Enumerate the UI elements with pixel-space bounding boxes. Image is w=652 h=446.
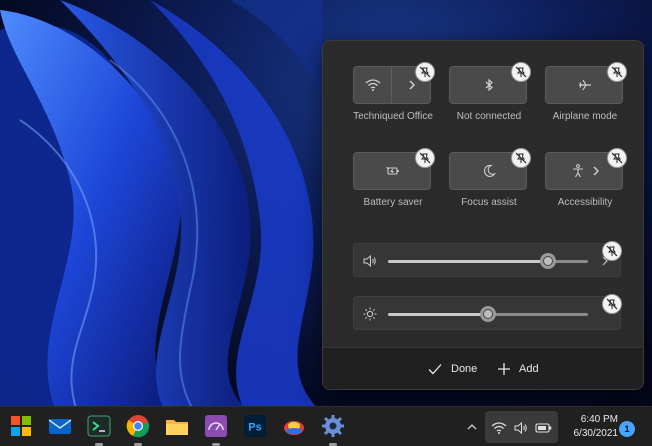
clock-time: 6:40 PM	[580, 414, 618, 425]
plus-icon	[498, 363, 510, 375]
quick-settings-tray-button[interactable]	[485, 411, 558, 443]
tile-label: Focus assist	[461, 197, 517, 208]
unpin-icon	[515, 152, 527, 164]
add-button[interactable]: Add	[497, 359, 539, 379]
tile-airplane: Airplane mode	[545, 62, 627, 144]
volume-track[interactable]	[388, 260, 588, 263]
clock-date: 6/30/2021	[573, 428, 619, 439]
start-button[interactable]	[8, 413, 34, 439]
unpin-button[interactable]	[511, 62, 531, 82]
chevron-right-icon[interactable]	[588, 163, 604, 179]
battery-icon	[535, 423, 552, 433]
brightness-slider-card	[353, 294, 622, 330]
brightness-fill	[388, 313, 488, 316]
wifi-icon	[365, 79, 381, 91]
taskbar: Ps 6:40 PM 6/30/2021 1	[0, 406, 652, 446]
unpin-button[interactable]	[607, 148, 627, 168]
tile-label: Not connected	[456, 111, 522, 122]
taskbar-app-paint[interactable]	[281, 413, 307, 439]
unpin-icon	[606, 245, 618, 257]
notification-badge[interactable]: 1	[619, 421, 635, 437]
tile-label: Battery saver	[363, 197, 423, 208]
clock[interactable]: 6:40 PM 6/30/2021	[562, 413, 619, 441]
unpin-icon	[419, 152, 431, 164]
photoshop-icon: Ps	[244, 415, 266, 437]
speaker-icon[interactable]	[362, 253, 378, 269]
taskbar-app-dashboard[interactable]	[203, 413, 229, 446]
terminal-icon	[87, 415, 111, 437]
done-label: Done	[451, 363, 478, 375]
taskbar-app-chrome[interactable]	[125, 413, 151, 446]
airplane-icon	[579, 79, 591, 91]
volume-slider-card	[353, 241, 622, 277]
taskbar-app-file-explorer[interactable]	[164, 413, 190, 439]
quick-settings-panel: Techniqued Office Not connected Airplane…	[322, 40, 644, 390]
taskbar-app-terminal[interactable]	[86, 413, 112, 446]
wifi-toggle-main[interactable]	[354, 67, 392, 103]
start-icon	[11, 416, 31, 436]
unpin-button[interactable]	[511, 148, 531, 168]
tile-label: Airplane mode	[552, 111, 618, 122]
tile-battery-saver: Battery saver	[353, 148, 435, 230]
tile-label: Accessibility	[557, 197, 613, 208]
done-button[interactable]: Done	[427, 359, 477, 379]
photoshop-label: Ps	[248, 422, 261, 434]
checkmark-icon	[428, 364, 442, 375]
dashboard-app-icon	[205, 415, 227, 437]
chrome-icon	[126, 415, 150, 438]
unpin-icon	[419, 66, 431, 78]
volume-fill	[388, 260, 548, 263]
unpin-button[interactable]	[415, 148, 435, 168]
unpin-button[interactable]	[415, 62, 435, 82]
tile-bluetooth: Not connected	[449, 62, 531, 144]
unpin-button[interactable]	[607, 62, 627, 82]
file-explorer-icon	[166, 420, 188, 435]
sun-icon	[363, 307, 377, 321]
mail-icon	[48, 419, 72, 434]
volume-slider-thumb[interactable]	[540, 253, 556, 269]
unpin-icon	[606, 298, 618, 310]
unpin-icon	[611, 66, 623, 78]
battery-saver-icon	[386, 166, 399, 175]
chevron-up-icon[interactable]	[466, 421, 478, 433]
brightness-slider-thumb[interactable]	[480, 306, 496, 322]
quick-settings-footer: Done Add	[323, 347, 643, 389]
moon-icon	[483, 164, 496, 177]
taskbar-app-settings[interactable]	[320, 413, 346, 446]
unpin-icon	[515, 66, 527, 78]
unpin-button[interactable]	[602, 294, 622, 314]
accessibility-icon	[573, 164, 583, 178]
bluetooth-icon	[485, 78, 493, 92]
wifi-icon	[491, 422, 507, 434]
add-label: Add	[519, 363, 539, 375]
settings-icon	[322, 415, 344, 437]
tile-accessibility: Accessibility	[545, 148, 627, 230]
quick-settings-body: Techniqued Office Not connected Airplane…	[323, 41, 643, 349]
tile-label: Techniqued Office	[353, 111, 433, 122]
tile-focus-assist: Focus assist	[449, 148, 531, 230]
speaker-icon	[514, 421, 527, 435]
tile-wifi: Techniqued Office	[353, 62, 435, 144]
taskbar-app-mail[interactable]	[47, 413, 73, 439]
taskbar-app-photoshop[interactable]: Ps	[242, 413, 268, 439]
paint-app-icon	[284, 421, 304, 435]
unpin-button[interactable]	[602, 241, 622, 261]
unpin-icon	[611, 152, 623, 164]
